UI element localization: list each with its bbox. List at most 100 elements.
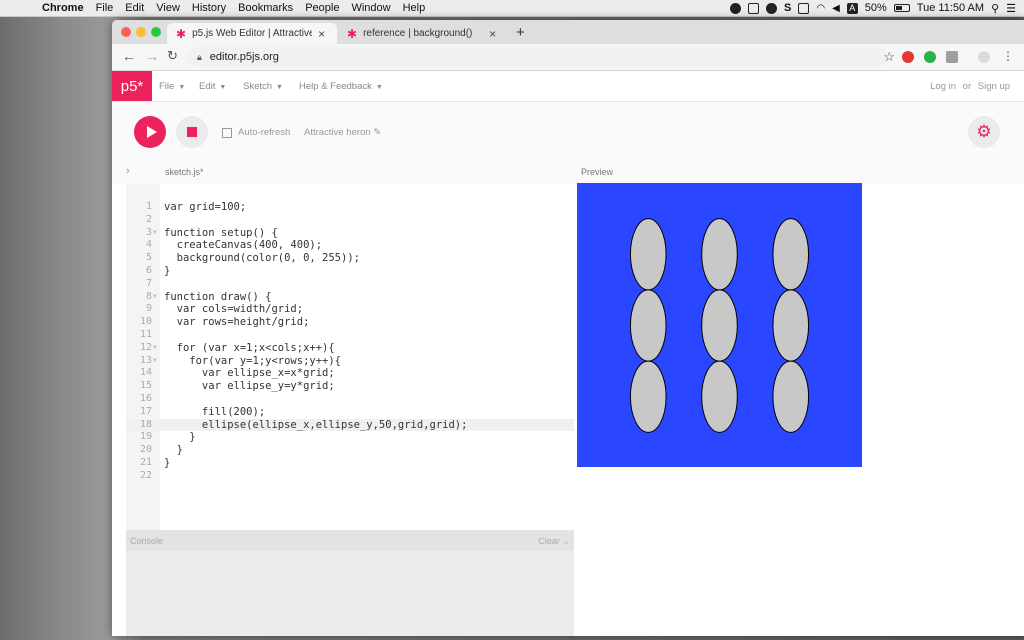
code-line[interactable]: 15 var ellipse_y=y*grid;	[126, 380, 574, 393]
code-line[interactable]: 20 }	[126, 444, 574, 457]
clock[interactable]: Tue 11:50 AM	[917, 2, 984, 14]
console-body[interactable]	[126, 551, 574, 636]
tab-p5-editor[interactable]: ✱ p5.js Web Editor | Attractive he ×	[167, 23, 337, 44]
notification-center-icon[interactable]: ☰	[1006, 2, 1016, 15]
code-line[interactable]: 17 fill(200);	[126, 406, 574, 419]
chrome-menu-icon[interactable]: ⋮	[1002, 49, 1014, 63]
code-text[interactable]: var ellipse_x=x*grid;	[164, 367, 335, 380]
file-tab-sketch[interactable]: sketch.js*	[165, 167, 204, 177]
chevron-right-icon[interactable]: ›	[126, 165, 130, 177]
reload-button[interactable]: ↻	[167, 48, 178, 64]
p5-logo[interactable]: p5*	[112, 71, 152, 101]
p5-menu-sketch[interactable]: Sketch ▼	[243, 81, 283, 92]
box-icon[interactable]	[747, 2, 759, 14]
fold-arrow-icon[interactable]: ▼	[153, 355, 157, 368]
fold-arrow-icon[interactable]: ▼	[153, 227, 157, 240]
airplay-icon[interactable]	[798, 2, 810, 14]
tab-close-icon[interactable]: ×	[489, 27, 496, 41]
code-text[interactable]: background(color(0, 0, 255));	[164, 252, 360, 265]
code-line[interactable]: 21}	[126, 457, 574, 470]
code-editor[interactable]: 1 var grid=100; 2 3 ▼ function setup() {4 cre…	[126, 184, 574, 530]
code-text[interactable]: for(var y=1;y<rows;y++){	[164, 355, 341, 368]
tab-close-icon[interactable]: ×	[318, 27, 325, 41]
console-header[interactable]: Console Clear ⌄	[126, 530, 574, 551]
drive-extension-icon[interactable]	[946, 51, 958, 63]
adblock-extension-icon[interactable]	[902, 51, 914, 63]
menu-help[interactable]: Help	[403, 2, 426, 14]
pencil-icon[interactable]: ✎	[373, 127, 381, 138]
menu-view[interactable]: View	[156, 2, 180, 14]
p5-menu-edit[interactable]: Edit ▼	[199, 81, 226, 92]
sketch-name[interactable]: Attractive heron ✎	[304, 127, 381, 138]
code-text[interactable]: var grid=100;	[164, 201, 246, 214]
address-bar[interactable]: 🔒︎ editor.p5js.org ☆	[187, 47, 895, 67]
code-text[interactable]: }	[164, 265, 170, 278]
code-line[interactable]: 16	[126, 393, 574, 406]
code-line[interactable]: 19 }	[126, 431, 574, 444]
code-line[interactable]: 3 ▼ function setup() {	[126, 227, 574, 240]
code-line[interactable]: 2	[126, 214, 574, 227]
code-line[interactable]: 7	[126, 278, 574, 291]
code-line[interactable]: 22	[126, 470, 574, 483]
tab-reference[interactable]: ✱ reference | background() ×	[338, 23, 508, 44]
forward-button[interactable]: →	[145, 48, 159, 64]
menu-window[interactable]: Window	[351, 2, 390, 14]
code-line[interactable]: 14 var ellipse_x=x*grid;	[126, 367, 574, 380]
close-window-button[interactable]	[121, 27, 131, 37]
code-line[interactable]: 6}	[126, 265, 574, 278]
menu-edit[interactable]: Edit	[125, 2, 144, 14]
code-line[interactable]: 8 ▼ function draw() {	[126, 291, 574, 304]
code-line[interactable]: 18 ellipse(ellipse_x,ellipse_y,50,grid,g…	[126, 418, 574, 432]
menu-app-chrome[interactable]: Chrome	[42, 2, 84, 14]
code-text[interactable]: fill(200);	[164, 406, 265, 419]
minimize-window-button[interactable]	[136, 27, 146, 37]
code-line[interactable]: 13 ▼ for(var y=1;y<rows;y++){	[126, 355, 574, 368]
signup-link[interactable]: Sign up	[978, 81, 1010, 92]
chevron-down-icon[interactable]: ⌄	[562, 536, 570, 546]
code-text[interactable]: var ellipse_y=y*grid;	[164, 380, 335, 393]
code-text[interactable]: }	[164, 431, 195, 444]
code-line[interactable]: 5 background(color(0, 0, 255));	[126, 252, 574, 265]
auto-refresh-toggle[interactable]: Auto-refresh	[222, 127, 290, 138]
menu-history[interactable]: History	[192, 2, 226, 14]
code-lines[interactable]: 1 var grid=100; 2 3 ▼ function setup() {4 cre…	[126, 201, 574, 483]
creative-cloud-icon[interactable]	[765, 2, 777, 14]
code-line[interactable]: 11	[126, 329, 574, 342]
back-button[interactable]: ←	[122, 48, 136, 64]
spotlight-icon[interactable]: ⚲	[991, 2, 999, 15]
battery-icon[interactable]	[893, 4, 910, 12]
code-text[interactable]: var cols=width/grid;	[164, 303, 303, 316]
menu-people[interactable]: People	[305, 2, 339, 14]
settings-button[interactable]: ⚙	[968, 116, 1000, 148]
fold-arrow-icon[interactable]: ▼	[153, 291, 157, 304]
profile-avatar[interactable]	[978, 51, 990, 63]
preview-canvas[interactable]	[577, 183, 862, 467]
url-text[interactable]: editor.p5js.org	[210, 51, 279, 63]
code-text[interactable]: function draw() {	[164, 291, 271, 304]
menu-bookmarks[interactable]: Bookmarks	[238, 2, 293, 14]
fold-arrow-icon[interactable]: ▼	[153, 342, 157, 355]
code-text[interactable]: function setup() {	[164, 227, 278, 240]
menu-file[interactable]: File	[96, 2, 114, 14]
code-line[interactable]: 9 var cols=width/grid;	[126, 303, 574, 316]
stop-button[interactable]	[176, 116, 208, 148]
code-line[interactable]: 12 ▼ for (var x=1;x<cols;x++){	[126, 342, 574, 355]
code-line[interactable]: 1 var grid=100;	[126, 201, 574, 214]
code-line[interactable]: 10 var rows=height/grid;	[126, 316, 574, 329]
code-line[interactable]: 4 createCanvas(400, 400);	[126, 239, 574, 252]
lock-icon[interactable]: 🔒︎	[197, 52, 202, 63]
console-clear-button[interactable]: Clear ⌄	[538, 536, 570, 547]
login-link[interactable]: Log in	[930, 81, 956, 92]
code-text[interactable]: ellipse(ellipse_x,ellipse_y,50,grid,grid…	[164, 419, 468, 432]
code-text[interactable]: }	[164, 457, 170, 470]
code-text[interactable]: }	[164, 444, 183, 457]
sync-s-icon[interactable]: S	[784, 2, 791, 14]
wifi-icon[interactable]: ◠	[816, 3, 825, 14]
auto-refresh-checkbox[interactable]	[222, 127, 232, 138]
code-text[interactable]: createCanvas(400, 400);	[164, 239, 322, 252]
bookmark-star-icon[interactable]: ☆	[883, 49, 895, 65]
grammarly-extension-icon[interactable]	[924, 51, 936, 63]
p5-menu-help[interactable]: Help & Feedback ▼	[299, 81, 383, 92]
code-text[interactable]: var rows=height/grid;	[164, 316, 310, 329]
zoom-window-button[interactable]	[151, 27, 161, 37]
